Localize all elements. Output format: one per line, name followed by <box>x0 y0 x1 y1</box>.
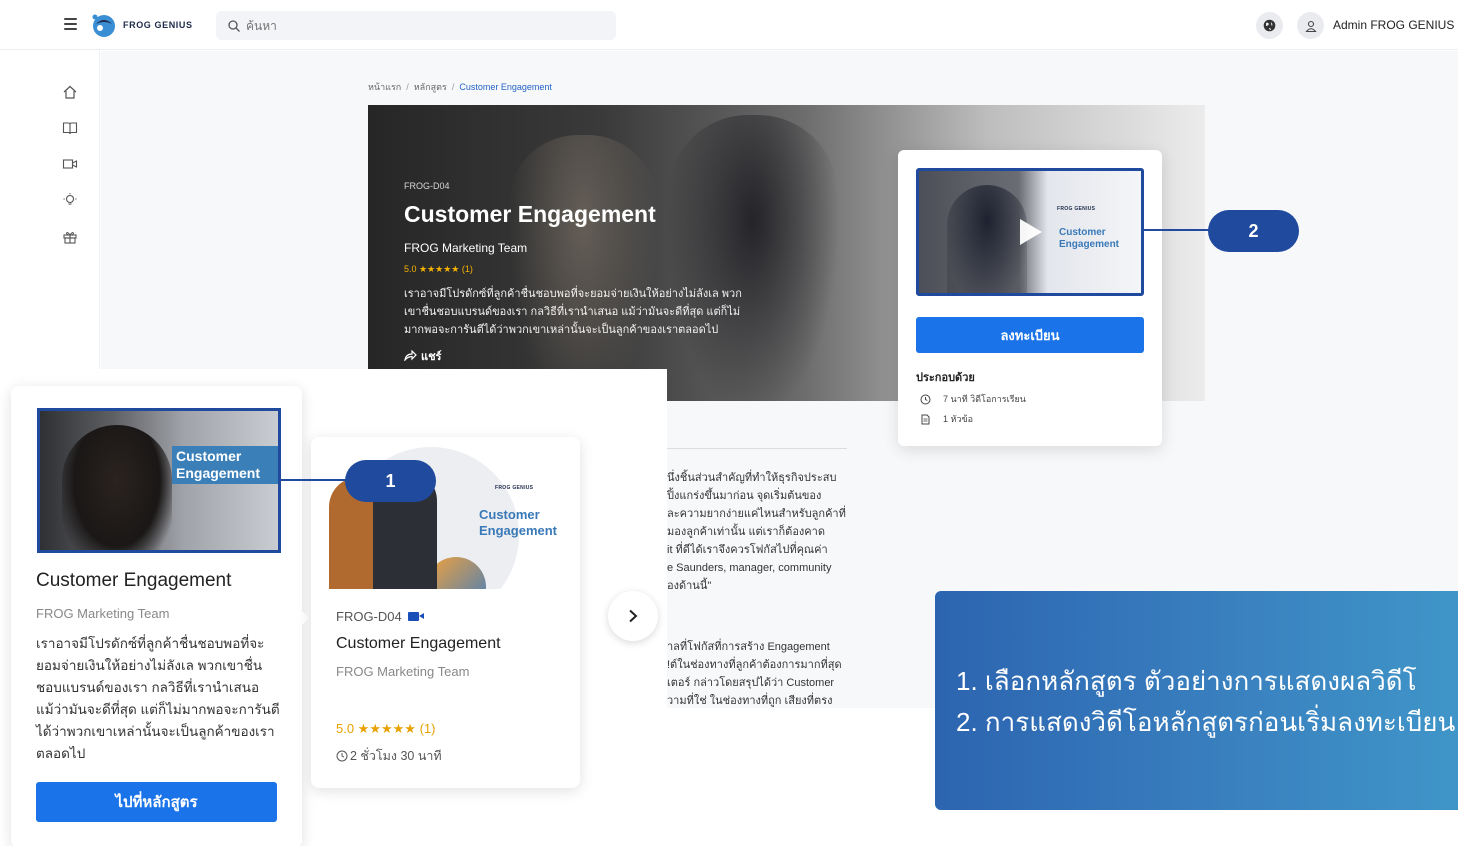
menu-icon[interactable] <box>64 18 77 30</box>
user-icon <box>1304 20 1317 32</box>
about-line: e Saunders, manager, community <box>667 562 832 574</box>
video-thumb-brand: FROG GENIUS <box>1057 206 1096 212</box>
hero-rating: 5.0 ★★★★★ (1) <box>404 264 473 274</box>
frog-logo-icon <box>90 11 118 39</box>
annotation-badge-1: 1 <box>345 460 436 502</box>
about-paragraph-1: นึ่งชิ้นส่วนสำคัญที่ทำให้ธุรกิจประสบ ปิ้… <box>667 469 852 595</box>
brand-name: FROG GENIUS <box>123 20 193 30</box>
enroll-button[interactable]: ลงทะเบียน <box>916 317 1144 353</box>
course-popup-card: Customer Engagement Customer Engagement … <box>11 386 302 846</box>
top-bar: FROG GENIUS Admin FROG GENIUS <box>0 0 1458 50</box>
about-line: ละความยากง่ายแค่ไหนสำหรับลูกค้าที่ <box>667 508 846 520</box>
course-card-team: FROG Marketing Team <box>336 664 470 679</box>
video-thumb-title: Customer Engagement <box>1059 227 1120 250</box>
includes-item-topics: 1 หัวข้อ <box>920 412 973 426</box>
annotation-connector-2 <box>1144 229 1210 231</box>
clock-icon <box>920 394 931 404</box>
breadcrumb: หน้าแรก / หลักสูตร / Customer Engagement <box>368 82 552 92</box>
play-icon[interactable] <box>1020 219 1042 245</box>
book-icon[interactable] <box>62 120 78 136</box>
includes-video-text: 7 นาที วิดีโอการเรียน <box>943 394 1026 404</box>
annotation-connector-1 <box>280 479 350 481</box>
popup-course-video[interactable]: Customer Engagement <box>37 408 281 553</box>
popup-video-presenter <box>62 425 172 550</box>
video-icon[interactable] <box>62 156 78 172</box>
hero-course-code: FROG-D04 <box>404 181 450 191</box>
breadcrumb-current: Customer Engagement <box>459 82 552 92</box>
brand-logo[interactable]: FROG GENIUS <box>90 11 193 39</box>
clock-icon <box>336 750 348 762</box>
duration-text: 2 ชั่วโมง 30 นาที <box>350 749 442 763</box>
about-line: !ต์ในช่องทางที่ลูกค้าต้องการมากที่สุด <box>667 659 842 671</box>
search-bar[interactable] <box>216 11 616 40</box>
course-card-title: Customer Engagement <box>336 635 501 652</box>
chevron-right-icon <box>629 609 638 623</box>
includes-topics-text: 1 หัวข้อ <box>943 414 974 424</box>
course-code-text: FROG-D04 <box>336 609 402 624</box>
about-line: าลที่โฟกัสที่การสร้าง Engagement <box>667 641 830 653</box>
share-icon <box>404 349 417 363</box>
course-card-rating: 5.0 ★★★★★ (1) <box>336 721 436 736</box>
instruction-caption: 1. เลือกหลักสูตร ตัวอย่างการแสดงผลวิดีโ … <box>935 591 1458 810</box>
about-divider <box>667 448 847 449</box>
caption-line-1: 1. เลือกหลักสูตร ตัวอย่างการแสดงผลวิดีโ <box>956 666 1417 696</box>
lightbulb-icon[interactable] <box>62 192 78 208</box>
gift-icon[interactable] <box>62 229 78 245</box>
next-course-button[interactable] <box>608 591 658 641</box>
hero-course-title: Customer Engagement <box>404 201 656 227</box>
about-line: วามที่ใช่ ในช่องทางที่ถูก เสียงที่ตรง <box>667 695 833 707</box>
hero-photo-woman <box>508 135 658 401</box>
about-line: ปิ้งแกร่งขึ้นมาก่อน จุดเริ่มต้นของ <box>667 490 822 502</box>
popup-description: เราอาจมีโปรดักซ์ที่ลูกค้าชื่นชอบพอที่จะย… <box>36 636 280 761</box>
course-preview-video[interactable]: FROG GENIUS Customer Engagement <box>916 168 1144 296</box>
globe-icon <box>1263 19 1276 32</box>
hero-description: เราอาจมีโปรดักซ์ที่ลูกค้าชื่นชอบพอที่จะย… <box>404 288 742 336</box>
hero-course-team: FROG Marketing Team <box>404 241 528 255</box>
hero-photo-man <box>668 115 838 401</box>
popup-course-team: FROG Marketing Team <box>36 606 170 621</box>
popup-video-tag: Customer Engagement <box>172 446 278 484</box>
about-paragraph-2: าลที่โฟกัสที่การสร้าง Engagement !ต์ในช่… <box>667 638 852 710</box>
course-card-image: FROG GENIUS Customer Engagement <box>311 437 580 589</box>
about-line: มองลูกค้าเท่านั้น แต่เราก็ต้องคาด <box>667 526 825 538</box>
sidebar <box>0 51 100 371</box>
course-card-brand: FROG GENIUS <box>495 485 534 491</box>
enroll-card: FROG GENIUS Customer Engagement ลงทะเบีย… <box>898 150 1162 446</box>
includes-heading: ประกอบด้วย <box>916 372 975 384</box>
popup-pointer <box>299 608 309 628</box>
search-icon <box>228 19 240 32</box>
course-card-duration: 2 ชั่วโมง 30 นาที <box>336 746 442 766</box>
video-thumbnail-people <box>947 185 1027 293</box>
breadcrumb-home[interactable]: หน้าแรก <box>368 82 401 92</box>
go-to-course-button[interactable]: ไปที่หลักสูตร <box>36 782 277 822</box>
about-line: นึ่งชิ้นส่วนสำคัญที่ทำให้ธุรกิจประสบ <box>667 472 837 484</box>
user-avatar-button[interactable] <box>1297 12 1324 39</box>
annotation-badge-2: 2 <box>1208 210 1299 252</box>
course-card-code: FROG-D04 <box>336 609 424 624</box>
admin-name[interactable]: Admin FROG GENIUS <box>1333 18 1454 32</box>
home-icon[interactable] <box>62 84 78 100</box>
language-button[interactable] <box>1256 12 1283 39</box>
about-line: องด้านนี้" <box>667 580 712 592</box>
popup-course-title: Customer Engagement <box>36 570 232 591</box>
search-input[interactable] <box>246 18 586 33</box>
course-card-image-title: Customer Engagement <box>479 507 558 538</box>
about-line: เตอร์ กล่าวโดยสรุปได้ว่า Customer <box>667 677 835 689</box>
caption-line-2: 2. การแสดงวิดีโอหลักสูตรก่อนเริ่มลงทะเบี… <box>956 707 1456 737</box>
breadcrumb-courses[interactable]: หลักสูตร <box>414 82 447 92</box>
share-button[interactable]: แชร์ <box>404 347 441 365</box>
includes-item-video: 7 นาที วิดีโอการเรียน <box>920 392 1026 406</box>
video-camera-icon <box>407 612 424 621</box>
about-line: it ที่ดีได้เราจึงควรโฟกัสไปที่คุณค่า <box>667 544 828 556</box>
document-icon <box>921 414 930 424</box>
share-label: แชร์ <box>421 351 442 363</box>
